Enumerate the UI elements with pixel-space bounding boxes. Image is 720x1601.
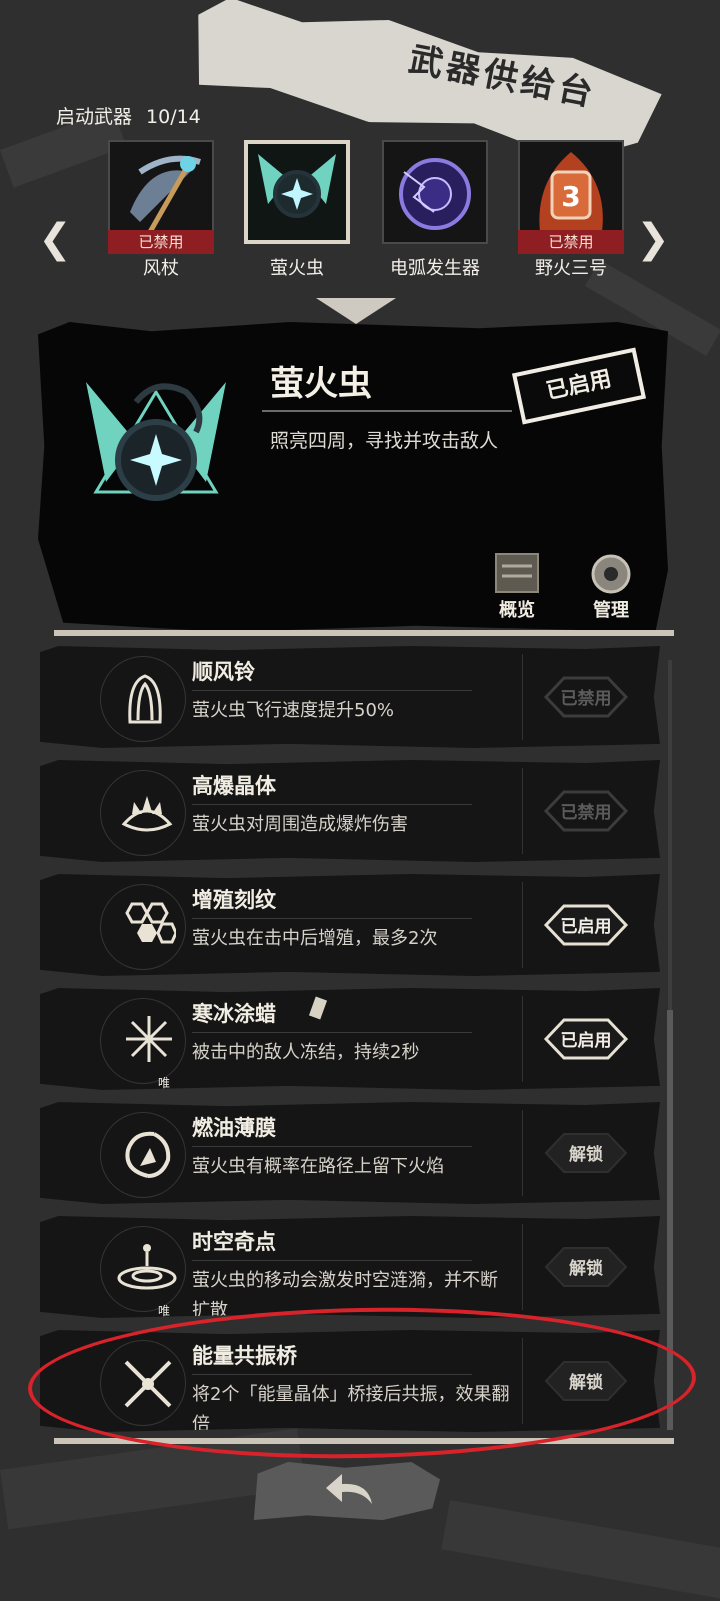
upgrade-toggle-button[interactable]: 已启用 — [530, 900, 642, 950]
firefly-icon — [258, 154, 336, 218]
snowflake-icon — [126, 1016, 172, 1062]
weapon-name: 野火三号 — [535, 258, 607, 279]
prev-arrow-icon[interactable]: ❮ — [38, 215, 72, 263]
manage-label: 管理 — [593, 600, 629, 621]
weapon-frame — [244, 140, 350, 244]
unlock-button[interactable]: 解锁 — [530, 1242, 642, 1292]
row-vertical-divider — [522, 882, 523, 968]
weapon-name: 风杖 — [143, 258, 179, 279]
row-vertical-divider — [522, 1224, 523, 1310]
row-vertical-divider — [522, 654, 523, 740]
weapon-detail-description: 照亮四周，寻找并攻击敌人 — [270, 430, 499, 452]
title-divider — [262, 410, 512, 412]
row-divider — [192, 918, 472, 919]
ripple-icon — [117, 1244, 177, 1290]
weapon-detail-title: 萤火虫 — [270, 364, 372, 404]
row-divider — [192, 1146, 472, 1147]
upgrade-name: 增殖刻纹 — [192, 888, 276, 912]
overview-button[interactable]: 概览 — [486, 550, 548, 622]
svg-text:3: 3 — [561, 180, 580, 213]
wildfire-icon: 3 — [539, 152, 603, 232]
wind-bell-icon — [128, 674, 162, 724]
unique-tag: 唯一 — [158, 1076, 171, 1107]
paint-tube-icon — [308, 996, 328, 1020]
upgrade-name: 寒冰涂蜡 — [192, 1002, 276, 1026]
next-arrow-icon[interactable]: ❯ — [636, 215, 670, 263]
weapon-name: 萤火虫 — [270, 258, 324, 279]
row-vertical-divider — [522, 1110, 523, 1196]
manage-button[interactable]: 管理 — [580, 550, 642, 622]
overview-label: 概览 — [499, 600, 535, 621]
hexagon-pattern-icon — [125, 902, 176, 944]
upgrade-description: 被击中的敌人冻结，持续2秒 — [192, 1042, 420, 1063]
launch-count: 10/14 — [146, 106, 201, 128]
upgrade-row: 燃油薄膜 萤火虫有概率在路径上留下火焰 解锁 — [40, 1102, 660, 1204]
row-vertical-divider — [522, 996, 523, 1082]
upgrade-row: 唯一 寒冰涂蜡 被击中的敌人冻结，持续2秒 已启用 — [40, 988, 660, 1090]
upgrade-action-label: 已禁用 — [560, 689, 612, 709]
weapon-name: 电弧发生器 — [390, 258, 480, 279]
upgrade-toggle-button[interactable]: 已启用 — [530, 1014, 642, 1064]
upgrade-name: 高爆晶体 — [192, 774, 276, 798]
weapon-card-wildfire-3[interactable]: 3 已禁用 野火三号 — [518, 140, 624, 280]
upgrade-action-label: 已禁用 — [560, 803, 612, 823]
back-arrow-icon[interactable] — [322, 1470, 376, 1510]
upgrade-row: 高爆晶体 萤火虫对周围造成爆炸伤害 已禁用 — [40, 760, 660, 862]
row-divider — [192, 1032, 472, 1033]
gear-icon — [591, 554, 631, 594]
upgrade-row: 唯一 时空奇点 萤火虫的移动会激发时空涟漪，并不断扩散 解锁 — [40, 1216, 660, 1318]
explosive-crystal-icon — [121, 796, 173, 832]
launch-weapon-count: 启动武器 10/14 — [56, 102, 215, 129]
weapon-frame — [108, 140, 214, 244]
weapon-card-arc-generator[interactable]: 电弧发生器 — [382, 140, 488, 280]
weapon-frame: 3 — [518, 140, 624, 244]
weapon-ban-badge: 已禁用 — [108, 230, 214, 254]
firefly-large-icon — [86, 382, 226, 501]
upgrade-action-label: 解锁 — [569, 1145, 603, 1165]
upgrade-row: 增殖刻纹 萤火虫在击中后增殖，最多2次 已启用 — [40, 874, 660, 976]
overview-icon — [495, 553, 539, 593]
row-divider — [192, 1260, 472, 1261]
wind-staff-icon — [130, 155, 201, 234]
fuel-film-icon — [125, 1131, 171, 1178]
list-top-divider — [54, 630, 674, 636]
weapon-ban-badge: 已禁用 — [518, 230, 624, 254]
weapon-frame — [382, 140, 488, 244]
upgrade-description: 萤火虫在击中后增殖，最多2次 — [192, 928, 438, 949]
upgrade-action-label: 已启用 — [560, 1031, 612, 1051]
upgrade-name: 燃油薄膜 — [192, 1116, 276, 1140]
upgrade-name: 时空奇点 — [192, 1230, 276, 1254]
bg-shard — [441, 1500, 720, 1601]
upgrade-toggle-button[interactable]: 已禁用 — [530, 672, 642, 722]
row-divider — [192, 690, 472, 691]
selection-chevron-icon — [316, 298, 396, 324]
upgrade-description: 萤火虫有概率在路径上留下火焰 — [192, 1156, 444, 1177]
upgrade-description: 萤火虫对周围造成爆炸伤害 — [192, 814, 408, 835]
upgrade-action-label: 已启用 — [560, 917, 612, 937]
upgrade-description: 萤火虫飞行速度提升50% — [192, 700, 395, 721]
row-vertical-divider — [522, 768, 523, 854]
upgrade-toggle-button[interactable]: 已禁用 — [530, 786, 642, 836]
upgrade-action-label: 解锁 — [569, 1259, 603, 1279]
upgrade-row: 顺风铃 萤火虫飞行速度提升50% 已禁用 — [40, 646, 660, 748]
weapon-card-wind-staff[interactable]: 已禁用 风杖 — [108, 140, 214, 280]
unlock-button[interactable]: 解锁 — [530, 1128, 642, 1178]
row-divider — [192, 804, 472, 805]
upgrade-name: 顺风铃 — [192, 660, 255, 684]
weapon-card-firefly[interactable]: 萤火虫 — [244, 140, 350, 280]
arc-generator-icon — [399, 158, 471, 230]
launch-label: 启动武器 — [56, 106, 133, 128]
